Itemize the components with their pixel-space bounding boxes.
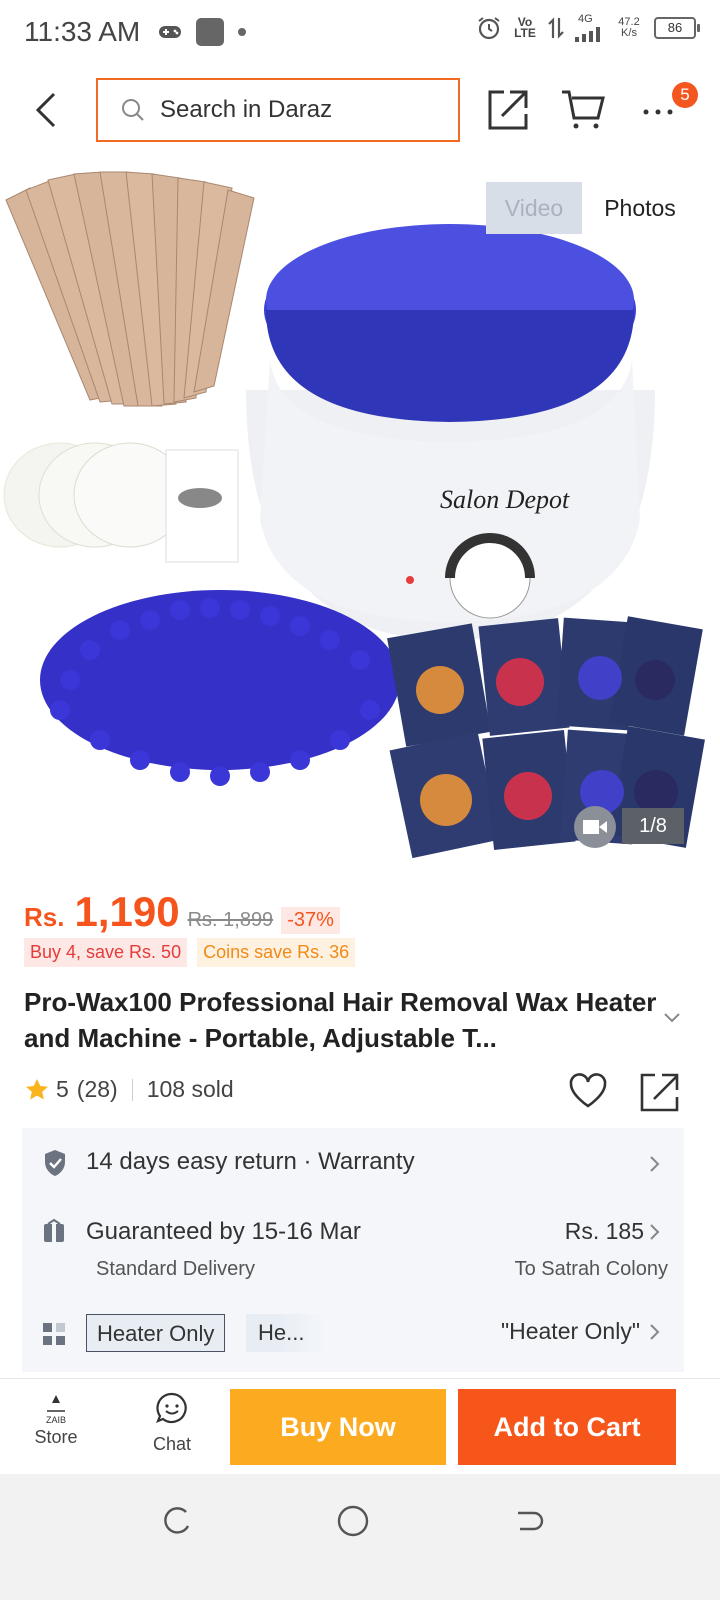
image-counter: 1/8 — [622, 808, 684, 844]
share-product-button[interactable] — [640, 1072, 680, 1117]
product-image-gallery[interactable]: Salon Depot Video Photos 1/8 — [0, 160, 720, 860]
rating-value: 5 — [56, 1076, 69, 1102]
title-expand-button[interactable] — [662, 1010, 682, 1029]
video-play-button[interactable] — [574, 806, 616, 848]
paper-strips-illustration — [3, 442, 239, 563]
status-time: 11:33 AM — [24, 16, 141, 47]
chat-label: Chat — [152, 1434, 192, 1454]
wax-heater-illustration: Salon Depot — [246, 224, 655, 640]
battery-icon: 86 — [654, 17, 700, 39]
share-icon — [640, 1073, 679, 1112]
notification-badge: 5 — [672, 82, 698, 108]
chevron-right-icon — [650, 1156, 660, 1172]
more-menu-button[interactable]: 5 — [640, 82, 698, 130]
chat-icon — [156, 1392, 187, 1424]
net-speed-unit: K/s — [621, 27, 637, 39]
service-info-card: 14 days easy return · Warranty Guarantee… — [22, 1128, 684, 1372]
product-image-brand-text: Salon Depot — [440, 485, 570, 514]
share-button[interactable] — [488, 88, 528, 135]
product-title: Pro-Wax100 Professional Hair Removal Wax… — [24, 987, 657, 1053]
price-original: Rs. 1,899 — [187, 909, 274, 931]
bottom-action-bar: ZAIB Store Chat Buy Now Add to Cart — [0, 1378, 720, 1475]
chevron-down-icon — [664, 1013, 680, 1023]
net-speed: 47.2 K/s — [614, 17, 644, 39]
promo-bundle-badge[interactable]: Buy 4, save Rs. 50 — [24, 938, 188, 967]
price-row: Rs. 1,190 Rs. 1,899 -37% — [24, 888, 340, 936]
store-label: Store — [34, 1427, 78, 1447]
store-logo: ZAIB — [41, 1393, 71, 1425]
chevron-right-icon — [650, 1324, 660, 1340]
tab-photos[interactable]: Photos — [582, 182, 698, 234]
sold-count: 108 sold — [146, 1076, 234, 1102]
variant-option[interactable]: He... — [246, 1314, 326, 1352]
signal-icon — [575, 27, 600, 42]
gift-icon — [44, 1218, 64, 1242]
dot-icon — [238, 28, 246, 36]
divider — [131, 1078, 133, 1101]
variant-option-selected[interactable]: Heater Only — [86, 1314, 226, 1352]
back-icon — [35, 92, 56, 128]
alarm-icon — [478, 17, 500, 40]
wax-beads-illustration — [40, 590, 400, 786]
delivery-location: To Satrah Colony — [514, 1258, 668, 1280]
discount-badge: -37% — [281, 907, 340, 934]
share-icon — [488, 90, 528, 130]
tab-video[interactable]: Video — [486, 182, 582, 234]
status-notification-icons — [158, 18, 246, 46]
data-arrows-icon — [548, 17, 564, 39]
system-navigation-bar — [0, 1474, 720, 1600]
home-icon — [337, 1505, 369, 1537]
return-warranty-text: 14 days easy return · Warranty — [86, 1148, 415, 1175]
store-button[interactable]: ZAIB Store — [28, 1393, 84, 1448]
star-icon — [26, 1078, 48, 1099]
network-4g-label: 4G — [578, 13, 593, 25]
status-bar: 11:33 AM Vo LTE 4G 47.2 K/s 86 — [0, 0, 720, 66]
price-current: 1,190 — [74, 888, 180, 935]
gamepad-icon — [159, 26, 181, 38]
delivery-title: Guaranteed by 15-16 Mar — [86, 1218, 361, 1245]
promo-row: Buy 4, save Rs. 50 Coins save Rs. 36 — [24, 938, 356, 967]
back-button[interactable] — [30, 90, 66, 130]
recents-icon — [164, 1507, 190, 1534]
rating-count: (28) — [76, 1076, 118, 1102]
price-currency: Rs. — [24, 902, 65, 932]
return-warranty-row[interactable]: 14 days easy return · Warranty — [22, 1144, 684, 1184]
buy-now-button[interactable]: Buy Now — [230, 1389, 446, 1465]
recents-button[interactable] — [160, 1504, 194, 1543]
grid-icon — [43, 1323, 65, 1345]
video-icon — [583, 820, 607, 834]
search-icon — [122, 99, 144, 121]
delivery-fee: Rs. 185 — [564, 1218, 644, 1244]
rating-row[interactable]: 5 (28) 108 sold — [24, 1076, 234, 1103]
wax-sticks-illustration — [5, 171, 255, 407]
back-nav-icon — [518, 1511, 544, 1531]
shield-icon — [45, 1150, 65, 1176]
app-square-icon — [196, 18, 224, 46]
delivery-row[interactable]: Guaranteed by 15-16 Mar Standard Deliver… — [22, 1214, 684, 1284]
promo-coins-badge[interactable]: Coins save Rs. 36 — [197, 938, 356, 967]
signal-indicator: 4G — [574, 14, 604, 42]
search-bar[interactable]: Search in Daraz — [96, 78, 460, 142]
back-nav-button[interactable] — [512, 1504, 546, 1543]
add-to-cart-button[interactable]: Add to Cart — [458, 1389, 676, 1465]
chat-button[interactable]: Chat — [144, 1391, 200, 1455]
store-logo-mark — [47, 1395, 65, 1412]
delivery-type: Standard Delivery — [96, 1258, 255, 1280]
status-system-icons: Vo LTE 4G 47.2 K/s 86 — [476, 14, 700, 42]
wishlist-button[interactable] — [568, 1072, 608, 1115]
media-tabs: Video Photos — [486, 182, 698, 234]
top-navigation-bar: Search in Daraz 5 — [0, 66, 720, 158]
product-image: Salon Depot — [3, 171, 705, 859]
home-button[interactable] — [336, 1504, 370, 1543]
store-logo-text: ZAIB — [45, 1415, 66, 1425]
volte-indicator: Vo LTE — [514, 15, 536, 40]
variant-row[interactable]: Heater Only He... "Heater Only" — [22, 1314, 684, 1354]
variant-summary: "Heater Only" — [500, 1318, 640, 1344]
search-placeholder: Search in Daraz — [160, 96, 333, 123]
heart-icon — [569, 1073, 607, 1108]
cart-button[interactable] — [560, 88, 606, 135]
chevron-right-icon — [650, 1224, 660, 1240]
cart-icon — [562, 90, 605, 129]
